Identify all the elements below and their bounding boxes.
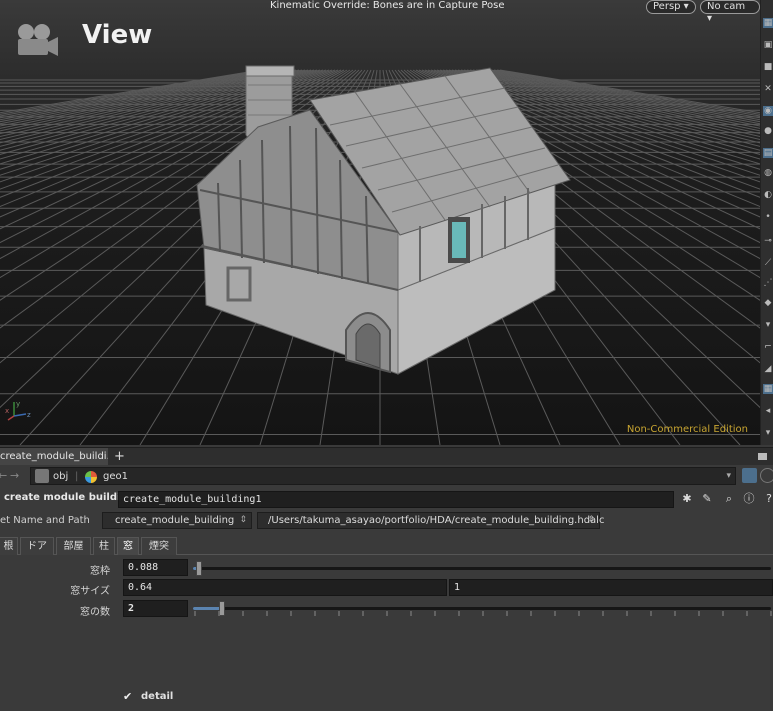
axis-gizmo: y z x [5,400,31,421]
window-size-label: 窓サイズ [70,586,110,597]
brush-icon[interactable]: ✎ [700,492,714,506]
tab-chimney[interactable]: 煙突 [141,537,177,555]
snap-icon[interactable]: ◂ [763,406,773,416]
link-icon[interactable] [760,468,773,483]
tab-window[interactable]: 窓 [117,537,139,555]
asset-name-select[interactable]: create_module_building ⇕ [102,512,252,529]
search-icon[interactable]: ⌕ [722,492,736,506]
window-size-x-field[interactable]: 0.64 [123,579,447,596]
viewport-title: View [82,20,153,50]
view-icon[interactable]: ▤ [763,148,773,158]
pin-icon[interactable] [742,468,757,483]
normal-icon[interactable]: ⊸ [763,236,773,246]
prim-icon[interactable]: ◆ [763,298,773,308]
obj-icon [35,469,49,483]
shading-icon[interactable]: ◉ [763,106,773,116]
node-type-label: create module building [4,492,135,503]
axis-x-label: x [5,407,9,415]
tab-door[interactable]: ドア [20,537,54,555]
window-count-label: 窓の数 [80,607,110,618]
path-dropdown-icon[interactable]: ▾ [726,468,731,484]
window-size-y-field[interactable]: 1 [449,579,773,596]
window-count-ticks [194,611,772,616]
window-frame-field[interactable]: 0.088 [123,559,188,576]
camera-mode-button[interactable]: Persp ▾ [646,0,696,14]
node-header: create module building create_module_bui… [0,489,773,509]
pane-menu-icon[interactable] [758,453,767,460]
point-icon[interactable]: • [763,212,773,222]
scene-viewport[interactable]: Kinematic Override: Bones are in Capture… [0,0,760,445]
gear-icon[interactable]: ✱ [680,492,694,506]
node-name-field[interactable]: create_module_building1 [118,491,674,508]
tab-pillar[interactable]: 柱 [93,537,115,555]
edition-watermark: Non-Commercial Edition [626,424,748,435]
window-count-slider-fill [193,607,222,610]
detail-checkbox[interactable]: ✔ [123,691,134,702]
forward-arrow-icon[interactable]: → [10,469,19,482]
scroll-down-icon[interactable]: ▾ [763,428,773,438]
asset-path-select[interactable]: /Users/takuma_asayao/portfolio/HDA/creat… [257,512,604,529]
camera-select-button[interactable]: No cam ▾ [700,0,760,24]
asset-name-path-label: et Name and Path [0,515,90,526]
window-frame-slider-thumb[interactable] [196,561,202,576]
detail-label: detail [141,691,174,702]
close-icon[interactable]: ✕ [763,84,773,94]
edge-icon[interactable]: ⟋ [763,258,773,268]
tab-roof[interactable]: 根 [0,537,18,555]
camera-icon [18,24,58,56]
path-field[interactable]: obj | geo1 ▾ [30,467,736,485]
camera-small-icon[interactable]: ◐ [763,190,773,200]
axis-z-label: z [27,411,31,419]
window-count-field[interactable]: 2 [123,600,188,617]
viewport-grid-and-model [0,0,760,445]
path-segment-geo1[interactable]: geo1 [103,469,128,485]
status-message: Kinematic Override: Bones are in Capture… [270,0,505,11]
vertex-icon[interactable]: ⋰ [763,278,773,288]
geo-icon [85,471,97,483]
window-count-slider[interactable] [193,601,771,616]
info-icon[interactable]: ⓘ [742,492,756,506]
tab-room[interactable]: 部屋 [56,537,91,555]
help-icon[interactable]: ? [762,492,773,506]
ghost-icon[interactable]: ◍ [763,168,773,178]
lock-icon[interactable]: ▣ [763,40,773,50]
bracket-icon[interactable]: ⌐ [763,342,773,352]
asset-name-path-row: et Name and Path create_module_building … [0,511,773,531]
parameter-pane: 窓枠 0.088 窓サイズ 0.64 1 窓の数 2 ✔ detail [0,556,773,711]
back-arrow-icon[interactable]: ← [0,469,7,482]
lock-camera-icon[interactable]: ■ [763,62,773,72]
grid-icon[interactable]: ▦ [763,384,773,394]
light-icon[interactable]: ● [763,126,773,136]
parameter-folder-tabs: 根 ドア 部屋 柱 窓 煙突 [0,537,773,555]
wedge-icon[interactable]: ◢ [763,364,773,374]
window-frame-slider[interactable] [193,561,771,576]
window-frame-label: 窓枠 [90,566,110,577]
viewport-display-toolbar: ▦ ▣ ■ ✕ ◉ ● ▤ ◍ ◐ • ⊸ ⟋ ⋰ ◆ ▾ ⌐ ◢ ▦ ◂ ▾ [760,0,773,445]
spin-arrows-icon: ⇕ [239,515,247,525]
viewport-top-bar: Kinematic Override: Bones are in Capture… [0,0,760,24]
path-separator: | [75,471,79,482]
display-toggle-icon[interactable]: ▦ [763,18,773,28]
spin-arrows-icon: ⇕ [587,515,595,525]
tab-create-module-building[interactable]: create_module_buildi... • [0,448,108,466]
network-path-bar: ← → obj | geo1 ▾ [0,465,773,487]
pane-tab-bar: create_module_buildi... • + [0,447,773,466]
axis-y-label: y [16,400,20,408]
add-tab-button[interactable]: + [114,448,125,466]
path-segment-obj[interactable]: obj [53,469,68,485]
bone-icon[interactable]: ▾ [763,320,773,330]
